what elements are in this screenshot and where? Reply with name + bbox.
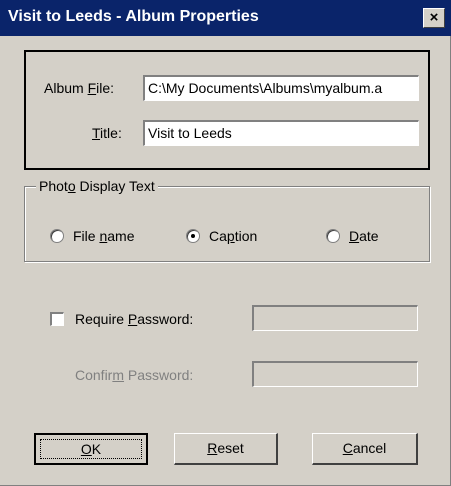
date-radio-label[interactable]: Date [349, 228, 379, 244]
confirm-password-input[interactable] [252, 361, 418, 387]
caption-radio-label[interactable]: Caption [209, 228, 257, 244]
file-name-radio[interactable] [50, 229, 64, 243]
caption-radio[interactable] [186, 229, 200, 243]
album-file-input[interactable]: C:\My Documents\Albums\myalbum.a [143, 75, 419, 101]
close-button[interactable]: × [423, 8, 445, 28]
require-password-checkbox[interactable] [50, 312, 64, 326]
album-info-panel [24, 50, 430, 170]
album-file-label: Album File: [44, 80, 115, 96]
require-password-label[interactable]: Require Password: [75, 311, 193, 327]
cancel-button[interactable]: Cancel [312, 433, 418, 465]
photo-display-text-label: Photo Display Text [36, 178, 158, 194]
close-icon: × [429, 9, 439, 26]
reset-button[interactable]: Reset [174, 433, 278, 465]
title-input[interactable]: Visit to Leeds [143, 120, 419, 146]
title-label: Title: [92, 125, 122, 141]
file-name-radio-label[interactable]: File name [73, 228, 134, 244]
date-radio[interactable] [326, 229, 340, 243]
window-title: Visit to Leeds - Album Properties [8, 8, 259, 25]
title-bar[interactable]: Visit to Leeds - Album Properties × [0, 0, 451, 36]
password-input[interactable] [252, 305, 418, 331]
album-properties-dialog: Visit to Leeds - Album Properties × Albu… [0, 0, 451, 486]
radio-selected-dot [191, 234, 195, 238]
photo-display-text-group [24, 186, 430, 262]
ok-button[interactable]: OK [34, 433, 148, 465]
confirm-password-label: Confirm Password: [75, 367, 194, 383]
focus-rectangle [40, 439, 142, 459]
